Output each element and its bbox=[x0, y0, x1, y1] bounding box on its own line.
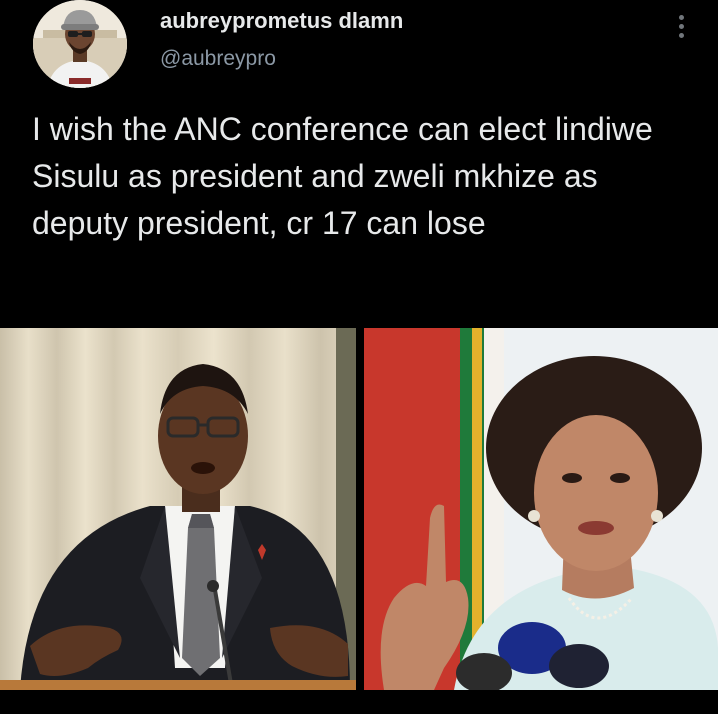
avatar[interactable] bbox=[33, 0, 127, 88]
more-vertical-icon bbox=[678, 14, 684, 20]
user-handle[interactable]: @aubreypro bbox=[160, 47, 276, 71]
more-options-button[interactable] bbox=[666, 6, 696, 46]
media-photo-right[interactable] bbox=[364, 328, 718, 690]
media-photo-left[interactable] bbox=[0, 328, 356, 690]
tweet-text: I wish the ANC conference can elect lind… bbox=[32, 111, 653, 241]
media-grid bbox=[0, 328, 718, 690]
photo-man-in-suit-speaking bbox=[0, 328, 356, 690]
avatar-photo bbox=[33, 0, 127, 88]
display-name[interactable]: aubreyprometus dlamn bbox=[160, 8, 403, 34]
photo-woman-raising-finger bbox=[364, 328, 718, 690]
